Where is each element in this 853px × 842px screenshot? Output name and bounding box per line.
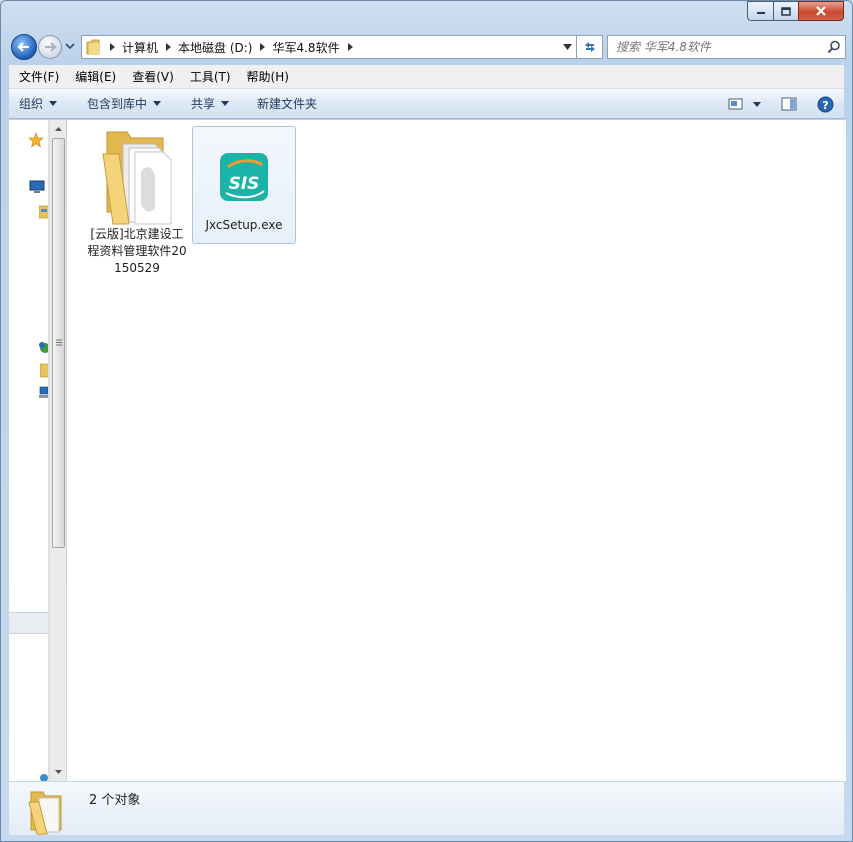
grip-icon — [56, 339, 62, 346]
view-controls: ? — [724, 89, 840, 119]
organize-label: 组织 — [19, 97, 44, 111]
view-icon — [728, 98, 743, 110]
explorer-window: 计算机 本地磁盘 (D:) 华军4.8软件 文件(F) 编辑(E) 查看(V) … — [0, 0, 853, 842]
chevron-down-icon — [753, 101, 761, 107]
nav-pane-selection-strip — [9, 612, 48, 634]
breadcrumb-label: 本地磁盘 (D:) — [178, 40, 253, 55]
breadcrumb-label: 计算机 — [122, 40, 159, 55]
folder-icon — [28, 791, 62, 835]
new-folder-button[interactable]: 新建文件夹 — [239, 89, 327, 118]
recent-pages-chevron-icon[interactable] — [65, 42, 75, 50]
file-item-exe[interactable]: SIS JxcSetup.exe — [192, 126, 296, 244]
network-icon[interactable] — [39, 340, 49, 356]
search-icon[interactable] — [827, 40, 841, 54]
help-button[interactable]: ? — [810, 89, 840, 119]
organize-button[interactable]: 组织 — [9, 89, 67, 118]
minimize-button[interactable] — [747, 1, 773, 21]
menu-edit[interactable]: 编辑(E) — [67, 66, 124, 88]
command-bar: 组织 包含到库中 共享 新建文件夹 ? — [9, 89, 844, 119]
arrow-left-icon — [17, 42, 29, 52]
chevron-down-icon — [153, 101, 162, 106]
menu-tools[interactable]: 工具(T) — [182, 66, 239, 88]
sis-logo-text: SIS — [229, 174, 260, 194]
file-item-folder[interactable]: [云版]北京建设工程资料管理软件20150529 — [85, 126, 189, 277]
refresh-button[interactable] — [577, 35, 603, 59]
preview-pane-icon — [781, 97, 797, 111]
address-dropdown-icon[interactable] — [563, 44, 572, 50]
caption-buttons — [747, 1, 844, 21]
folder-icon — [86, 39, 102, 55]
desktop-icon[interactable] — [29, 180, 45, 194]
maximize-icon — [781, 6, 791, 16]
breadcrumb-label: 华军4.8软件 — [272, 40, 340, 55]
homegroup-icon[interactable] — [39, 772, 49, 781]
preview-pane-button[interactable] — [774, 89, 804, 119]
view-options-dropdown[interactable] — [748, 89, 766, 119]
breadcrumb-folder[interactable]: 华军4.8软件 — [272, 36, 359, 58]
back-button[interactable] — [11, 34, 37, 60]
svg-text:?: ? — [822, 99, 828, 112]
menu-view[interactable]: 查看(V) — [124, 66, 182, 88]
folder-icon[interactable] — [40, 362, 49, 378]
change-view-button[interactable] — [724, 89, 748, 119]
chevron-down-icon — [221, 101, 230, 106]
include-in-library-button[interactable]: 包含到库中 — [67, 89, 171, 118]
scroll-down-arrow-icon — [55, 770, 62, 774]
help-icon: ? — [817, 96, 833, 112]
share-label: 共享 — [191, 97, 216, 111]
file-name: [云版]北京建设工程资料管理软件20150529 — [87, 227, 187, 275]
new-folder-label: 新建文件夹 — [257, 97, 318, 111]
search-box[interactable] — [607, 35, 846, 59]
share-button[interactable]: 共享 — [171, 89, 239, 118]
refresh-icon — [584, 42, 595, 52]
close-button[interactable] — [798, 1, 844, 21]
file-list-view[interactable]: [云版]北京建设工程资料管理软件20150529 SIS JxcSetup.ex… — [67, 120, 846, 781]
folder-icon — [102, 131, 172, 225]
search-input[interactable] — [616, 40, 816, 54]
menu-help[interactable]: 帮助(H) — [239, 66, 297, 88]
forward-button[interactable] — [38, 35, 62, 59]
scroll-up-button[interactable] — [50, 122, 67, 136]
breadcrumb-computer[interactable]: 计算机 — [122, 36, 178, 58]
item-count: 2 个对象 — [89, 793, 141, 808]
chevron-right-icon — [110, 43, 115, 51]
navigation-pane-scrollbar[interactable] — [49, 120, 66, 781]
favorites-star-icon[interactable] — [28, 132, 44, 148]
chevron-right-icon — [260, 43, 266, 51]
file-name: JxcSetup.exe — [205, 218, 283, 232]
navigation-pane — [9, 120, 49, 781]
chevron-down-icon — [49, 101, 58, 106]
minimize-icon — [756, 12, 765, 14]
scroll-thumb[interactable] — [52, 138, 65, 548]
breadcrumb-drive[interactable]: 本地磁盘 (D:) — [178, 36, 272, 58]
scroll-down-button[interactable] — [50, 765, 67, 779]
breadcrumb-root[interactable] — [102, 36, 122, 58]
scroll-up-arrow-icon — [55, 127, 62, 131]
menu-bar: 文件(F) 编辑(E) 查看(V) 工具(T) 帮助(H) — [9, 65, 844, 89]
close-icon — [816, 6, 826, 16]
maximize-button[interactable] — [773, 1, 798, 21]
sis-app-icon: SIS — [220, 153, 268, 201]
arrow-right-icon — [45, 42, 57, 52]
details-pane: 2 个对象 — [9, 781, 844, 835]
navigation-row: 计算机 本地磁盘 (D:) 华军4.8软件 — [9, 33, 846, 61]
chevron-right-icon — [347, 43, 353, 51]
chevron-right-icon — [166, 43, 172, 51]
address-bar[interactable]: 计算机 本地磁盘 (D:) 华军4.8软件 — [81, 35, 577, 59]
computer-icon[interactable] — [39, 386, 49, 400]
menu-file[interactable]: 文件(F) — [11, 66, 67, 88]
include-library-label: 包含到库中 — [87, 97, 148, 111]
library-icon[interactable] — [39, 204, 49, 220]
